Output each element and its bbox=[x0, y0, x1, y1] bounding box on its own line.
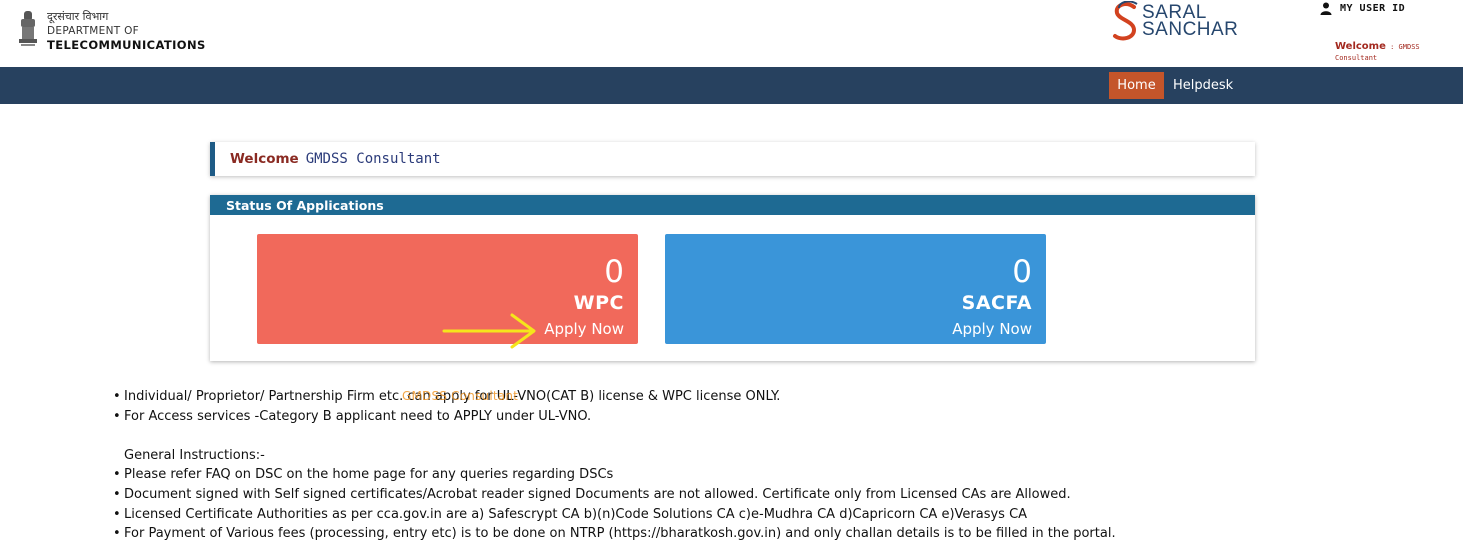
wpc-apply-now-link[interactable]: Apply Now bbox=[544, 320, 624, 338]
sacfa-card[interactable]: 0 SACFA Apply Now bbox=[665, 234, 1046, 344]
watermark-text: GMDSS Consultant bbox=[402, 389, 519, 403]
status-of-applications-panel: Status Of Applications 0 WPC Apply Now 0… bbox=[210, 195, 1255, 361]
saral-sanchar-s-logo bbox=[1113, 1, 1138, 41]
instructions-list: • Individual/ Proprietor/ Partnership Fir… bbox=[113, 387, 1116, 544]
list-item: • For Payment of Various fees (processing… bbox=[113, 524, 1116, 544]
my-user-id-label: MY USER ID bbox=[1340, 3, 1406, 14]
header-welcome-label: Welcome bbox=[1335, 41, 1386, 52]
instruction-text: Licensed Certificate Authorities as per … bbox=[124, 506, 1028, 522]
wpc-count: 0 bbox=[604, 254, 624, 290]
saral-sanchar-logo[interactable]: SARAL SANCHAR bbox=[1112, 1, 1242, 45]
page-header: दूरसंचार विभाग DEPARTMENT OF TELECOMMUNI… bbox=[0, 0, 1463, 67]
wpc-label: WPC bbox=[573, 292, 624, 314]
instruction-text: Please refer FAQ on DSC on the home page… bbox=[124, 467, 614, 483]
welcome-user-name: GMDSS Consultant bbox=[305, 151, 441, 167]
dept-hindi: दूरसंचार विभाग bbox=[47, 10, 109, 23]
dept-line3: TELECOMMUNICATIONS bbox=[47, 38, 206, 52]
welcome-banner: Welcome GMDSS Consultant bbox=[210, 142, 1255, 176]
list-item: • Document signed with Self signed certif… bbox=[113, 485, 1116, 505]
header-welcome: Welcome : GMDSS Consultant bbox=[1335, 41, 1463, 63]
welcome-label: Welcome bbox=[230, 151, 299, 167]
department-title: दूरसंचार विभाग DEPARTMENT OF TELECOMMUNI… bbox=[47, 10, 206, 52]
header-welcome-sep: : bbox=[1385, 43, 1399, 51]
sacfa-apply-now-link[interactable]: Apply Now bbox=[952, 320, 1032, 338]
list-item: • For Access services -Category B applica… bbox=[113, 407, 1116, 427]
dept-line2: DEPARTMENT OF bbox=[47, 25, 140, 37]
list-item: • Licensed Certificate Authorities as per… bbox=[113, 505, 1116, 525]
main-navbar: Home Helpdesk bbox=[0, 67, 1463, 104]
my-user-id-link[interactable]: MY USER ID bbox=[1320, 2, 1405, 15]
list-item: • Please refer FAQ on DSC on the home pag… bbox=[113, 465, 1116, 485]
sacfa-label: SACFA bbox=[961, 292, 1032, 314]
instruction-text: For Access services -Category B applican… bbox=[124, 408, 592, 424]
logo-text-sanchar: SANCHAR bbox=[1142, 19, 1239, 40]
status-panel-title: Status Of Applications bbox=[210, 195, 1255, 215]
annotation-arrow-icon bbox=[442, 313, 536, 349]
nav-helpdesk[interactable]: Helpdesk bbox=[1173, 72, 1233, 99]
list-item: • Individual/ Proprietor/ Partnership Fir… bbox=[113, 387, 1116, 407]
nav-home[interactable]: Home bbox=[1109, 72, 1164, 99]
sacfa-count: 0 bbox=[1012, 254, 1032, 290]
user-icon bbox=[1320, 2, 1332, 15]
instruction-text: Document signed with Self signed certifi… bbox=[124, 486, 1071, 502]
general-instructions-title: General Instructions:- bbox=[124, 447, 265, 463]
instruction-text: For Payment of Various fees (processing,… bbox=[124, 526, 1116, 542]
national-emblem-icon bbox=[19, 11, 37, 46]
